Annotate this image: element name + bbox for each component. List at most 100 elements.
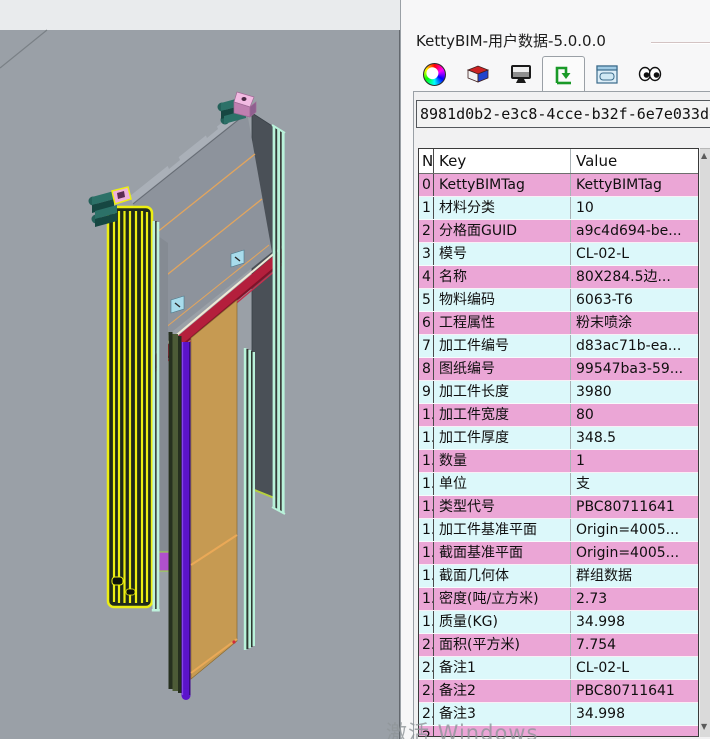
table-row[interactable]: 7加工件编号d83ac71b-ea... [419,335,698,358]
cell-value[interactable]: CL-02-L [571,243,698,265]
cell-index[interactable]: 2 [419,220,434,242]
cell-key[interactable]: 备注2 [434,680,571,702]
cell-index[interactable]: 6 [419,312,434,334]
table-row[interactable]: 2分格面GUIDa9c4d694-be... [419,220,698,243]
cell-key[interactable]: 加工件宽度 [434,404,571,426]
cell-value[interactable]: 80X284.5边... [571,266,698,288]
table-row[interactable]: 0KettyBIMTagKettyBIMTag [419,174,698,197]
cell-index[interactable]: 0 [419,174,434,196]
cell-index[interactable]: 2. [419,634,434,656]
table-row[interactable]: 1.数量1 [419,450,698,473]
cell-index[interactable]: 9 [419,381,434,403]
table-row[interactable]: 9加工件长度3980 [419,381,698,404]
cell-value[interactable]: PBC80711641 [571,680,698,702]
cell-value[interactable]: PBC80711641 [571,496,698,518]
cell-index[interactable]: 1. [419,611,434,633]
table-row[interactable]: 1.截面几何体群组数据 [419,565,698,588]
cell-value[interactable]: a9c4d694-be... [571,220,698,242]
cell-value[interactable]: d83ac71b-ea... [571,335,698,357]
cell-index[interactable]: 5 [419,289,434,311]
tab-display[interactable] [499,56,542,92]
cell-index[interactable]: 3 [419,243,434,265]
tab-visibility[interactable] [628,56,671,92]
cell-index[interactable]: 7 [419,335,434,357]
table-row[interactable]: 1.类型代号PBC80711641 [419,496,698,519]
cell-value[interactable] [571,726,698,737]
cell-value[interactable]: 支 [571,473,698,495]
cell-key[interactable]: 加工件厚度 [434,427,571,449]
3d-viewport[interactable] [0,0,400,739]
table-row[interactable]: 6工程属性粉末喷涂 [419,312,698,335]
cell-key[interactable]: 名称 [434,266,571,288]
table-row[interactable]: 1材料分类10 [419,197,698,220]
table-row[interactable]: 8图纸编号99547ba3-59... [419,358,698,381]
cell-key[interactable]: 图纸编号 [434,358,571,380]
table-row[interactable]: 1.质量(KG)34.998 [419,611,698,634]
tab-color-wheel[interactable] [413,56,456,92]
cell-index[interactable]: 4 [419,266,434,288]
cell-key[interactable]: 密度(吨/立方米) [434,588,571,610]
cell-index[interactable]: 1. [419,473,434,495]
tab-import-data[interactable] [542,56,585,92]
table-row[interactable]: 1.密度(吨/立方米)2.73 [419,588,698,611]
cell-key[interactable]: 加工件长度 [434,381,571,403]
cell-value[interactable]: 7.754 [571,634,698,656]
cell-key[interactable]: KettyBIMTag [434,174,571,196]
table-row[interactable]: 2.备注1CL-02-L [419,657,698,680]
cell-key[interactable]: 物料编码 [434,289,571,311]
cell-index[interactable]: 1. [419,542,434,564]
cell-value[interactable]: 80 [571,404,698,426]
cell-index[interactable]: 1. [419,404,434,426]
table-row[interactable]: 1.加工件厚度348.5 [419,427,698,450]
table-row[interactable]: 4名称80X284.5边... [419,266,698,289]
table-row[interactable]: 1.单位支 [419,473,698,496]
cell-key[interactable]: 备注1 [434,657,571,679]
scrollbar-up-icon[interactable]: ▲ [701,152,707,160]
table-row[interactable]: 2.面积(平方米)7.754 [419,634,698,657]
cell-key[interactable]: 模号 [434,243,571,265]
tab-window[interactable] [585,56,628,92]
cell-key[interactable]: 加工件基准平面 [434,519,571,541]
cell-index[interactable]: 1 [419,197,434,219]
table-row[interactable]: 3模号CL-02-L [419,243,698,266]
cell-key[interactable]: 数量 [434,450,571,472]
cell-value[interactable]: 99547ba3-59... [571,358,698,380]
cell-key[interactable]: 面积(平方米) [434,634,571,656]
cell-value[interactable]: 群组数据 [571,565,698,587]
cell-key[interactable]: 工程属性 [434,312,571,334]
cell-value[interactable]: 3980 [571,381,698,403]
cell-value[interactable]: CL-02-L [571,657,698,679]
cell-value[interactable]: 6063-T6 [571,289,698,311]
cell-index[interactable]: 2. [419,680,434,702]
table-row[interactable]: 1.加工件宽度80 [419,404,698,427]
cell-value[interactable]: 348.5 [571,427,698,449]
cell-index[interactable]: 2. [419,657,434,679]
cell-index[interactable]: 1. [419,588,434,610]
table-row[interactable]: 2.备注2PBC80711641 [419,680,698,703]
cell-index[interactable]: 1. [419,427,434,449]
table-row[interactable]: 5物料编码6063-T6 [419,289,698,312]
table-scrollbar[interactable]: ▲ ▼ [700,148,710,737]
cell-key[interactable]: 分格面GUID [434,220,571,242]
cell-key[interactable]: 截面基准平面 [434,542,571,564]
cell-key[interactable]: 类型代号 [434,496,571,518]
cell-index[interactable]: 1. [419,565,434,587]
cell-value[interactable]: 34.998 [571,611,698,633]
cell-index[interactable]: 8 [419,358,434,380]
cell-key[interactable]: 质量(KG) [434,611,571,633]
table-row[interactable]: 1.截面基准平面Origin=4005... [419,542,698,565]
cell-index[interactable]: 1. [419,519,434,541]
cell-index[interactable]: 1. [419,450,434,472]
cell-value[interactable]: 10 [571,197,698,219]
tab-materials[interactable] [456,56,499,92]
table-row[interactable]: 1.加工件基准平面Origin=4005... [419,519,698,542]
cell-value[interactable]: 2.73 [571,588,698,610]
cell-value[interactable]: 粉末喷涂 [571,312,698,334]
cell-value[interactable]: 34.998 [571,703,698,725]
guid-input[interactable] [416,100,710,128]
cell-value[interactable]: Origin=4005... [571,542,698,564]
cell-value[interactable]: Origin=4005... [571,519,698,541]
cell-value[interactable]: KettyBIMTag [571,174,698,196]
scrollbar-down-icon[interactable]: ▼ [701,723,707,731]
cell-index[interactable]: 1. [419,496,434,518]
